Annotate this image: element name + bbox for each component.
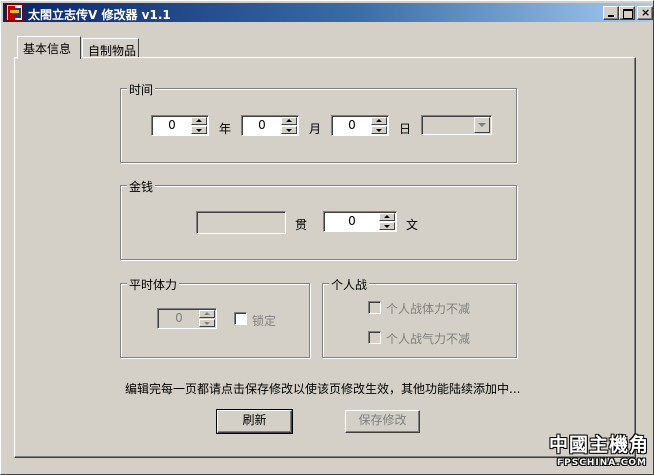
stamina-spinner[interactable]: 0 [157, 308, 217, 329]
refresh-button[interactable]: 刷新 [216, 409, 293, 434]
minimize-button[interactable] [603, 6, 619, 20]
day-down-button[interactable] [371, 126, 387, 134]
close-button[interactable]: × [637, 6, 653, 20]
watermark-subtext: FPSCHINA.COM [556, 458, 647, 468]
day-up-button[interactable] [371, 117, 387, 125]
wen-down-button[interactable] [379, 222, 395, 230]
day-value[interactable]: 0 [334, 118, 370, 132]
time-group-label: 时间 [127, 81, 156, 98]
watermark-text: 中國主機角 [548, 434, 649, 456]
window-title: 太閤立志传Ⅴ 修改器 v1.1 [28, 8, 171, 22]
stamina-group: 平时体力 0 锁定 [120, 276, 310, 358]
wen-value[interactable]: 0 [326, 214, 378, 228]
year-label: 年 [219, 122, 232, 136]
year-spinner[interactable]: 0 [151, 115, 209, 136]
guan-input[interactable] [196, 211, 286, 234]
guan-label: 贯 [295, 218, 308, 232]
maximize-button[interactable] [619, 6, 635, 20]
duel-group: 个人战 个人战体力不减 个人战气力不减 [322, 276, 517, 358]
day-spinner[interactable]: 0 [331, 115, 389, 136]
save-changes-button[interactable]: 保存修改 [345, 410, 420, 433]
app-icon [6, 4, 23, 21]
month-label: 月 [309, 122, 322, 136]
no-decrease-spirit-checkbox[interactable] [368, 331, 381, 344]
stamina-up-button[interactable] [199, 310, 215, 318]
month-down-button[interactable] [281, 126, 297, 134]
wen-up-button[interactable] [379, 213, 395, 221]
year-down-button[interactable] [191, 126, 207, 134]
no-decrease-stamina-checkbox[interactable] [368, 301, 381, 314]
lock-label: 锁定 [252, 314, 277, 328]
stamina-down-button[interactable] [199, 319, 215, 327]
no-decrease-spirit-label: 个人战气力不减 [386, 332, 471, 346]
watermark-logo: 中國主機角 FPSCHINA.COM [549, 430, 653, 474]
wen-label: 文 [406, 218, 419, 232]
month-spinner[interactable]: 0 [241, 115, 299, 136]
money-group-label: 金钱 [127, 178, 156, 195]
wen-spinner[interactable]: 0 [323, 211, 397, 232]
tab-basic-info[interactable]: 基本信息 [17, 36, 81, 59]
year-up-button[interactable] [191, 117, 207, 125]
tab-custom-items[interactable]: 自制物品 [82, 38, 139, 58]
month-value[interactable]: 0 [244, 118, 280, 132]
instruction-note: 编辑完每一页都请点击保存修改以使该页修改生效，其他功能陆续添加中... [125, 382, 521, 396]
day-label: 日 [399, 122, 412, 136]
chevron-down-icon[interactable] [474, 117, 490, 133]
title-bar[interactable]: 太閤立志传Ⅴ 修改器 v1.1 × [3, 3, 653, 22]
stamina-value[interactable]: 0 [160, 311, 198, 325]
month-up-button[interactable] [281, 117, 297, 125]
stamina-group-label: 平时体力 [127, 276, 180, 293]
close-icon: × [641, 6, 651, 19]
weekday-combo[interactable] [421, 115, 492, 135]
main-window: 太閤立志传Ⅴ 修改器 v1.1 × 基本信息 自制物品 时间 0 年 0 月 0… [0, 0, 654, 475]
year-value[interactable]: 0 [154, 118, 190, 132]
tab-panel-basic-info: 时间 0 年 0 月 0 日 金钱 贯 0 文 平时体力 0 锁定 个人战 个人… [14, 57, 636, 458]
time-group: 时间 0 年 0 月 0 日 [120, 81, 517, 163]
duel-group-label: 个人战 [329, 276, 370, 293]
lock-checkbox[interactable] [234, 312, 247, 325]
money-group: 金钱 贯 0 文 [120, 178, 517, 260]
no-decrease-stamina-label: 个人战体力不减 [386, 302, 471, 316]
